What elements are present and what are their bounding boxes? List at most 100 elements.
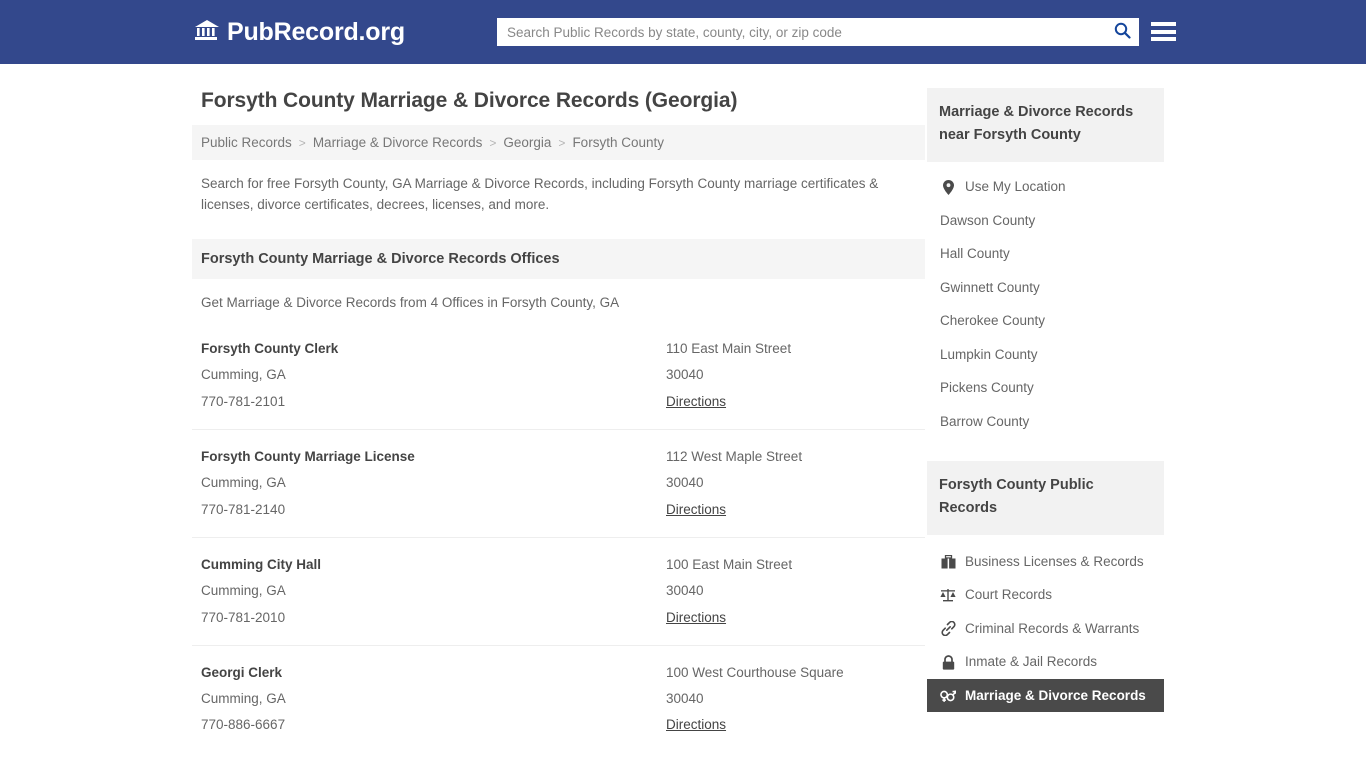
office-zip: 30040 bbox=[666, 475, 704, 491]
search-input[interactable] bbox=[497, 18, 1105, 46]
sidebar-public-records-list: Business Licenses & Records Court Record… bbox=[927, 535, 1164, 713]
office-city-state: Cumming, GA bbox=[201, 583, 286, 599]
site-logo-text: PubRecord.org bbox=[227, 17, 405, 46]
sidebar-item-marriage-divorce-records[interactable]: Marriage & Divorce Records bbox=[927, 678, 1164, 713]
breadcrumb-item-forsyth-county[interactable]: Forsyth County bbox=[572, 135, 664, 150]
directions-link[interactable]: Directions bbox=[666, 605, 726, 631]
sidebar-item-label: Court Records bbox=[965, 587, 1053, 603]
page-body: Forsyth County Marriage & Divorce Record… bbox=[0, 64, 1366, 768]
search-bar[interactable] bbox=[497, 18, 1139, 46]
sidebar-item-label: Gwinnett County bbox=[940, 279, 1040, 295]
directions-link[interactable]: Directions bbox=[666, 712, 726, 738]
briefcase-icon bbox=[940, 554, 956, 569]
table-row: Georgi Clerk Cumming, GA 770-886-6667 10… bbox=[192, 646, 925, 753]
office-name: Forsyth County Clerk bbox=[201, 341, 339, 357]
site-header: PubRecord.org bbox=[0, 0, 1366, 64]
office-address: 110 East Main Street 30040 Directions bbox=[666, 336, 925, 415]
main-content: Forsyth County Marriage & Divorce Record… bbox=[192, 64, 925, 768]
table-row: Forsyth County Marriage License Cumming,… bbox=[192, 430, 925, 538]
office-zip: 30040 bbox=[666, 367, 704, 383]
office-phone: 770-886-6667 bbox=[201, 717, 286, 733]
sidebar-item-pickens-county[interactable]: Pickens County bbox=[927, 371, 1164, 405]
office-address: 112 West Maple Street 30040 Directions bbox=[666, 444, 925, 523]
map-pin-icon bbox=[940, 179, 956, 195]
office-details: Georgi Clerk Cumming, GA 770-886-6667 bbox=[201, 660, 666, 739]
office-zip: 30040 bbox=[666, 691, 704, 707]
sidebar-item-criminal-records[interactable]: Criminal Records & Warrants bbox=[927, 612, 1164, 646]
bank-building-icon bbox=[194, 18, 220, 47]
hamburger-bar bbox=[1151, 37, 1176, 41]
breadcrumb-item-georgia[interactable]: Georgia bbox=[503, 135, 551, 150]
site-logo[interactable]: PubRecord.org bbox=[194, 18, 405, 47]
sidebar-nearby-list: Use My Location Dawson County Hall Count… bbox=[927, 162, 1164, 438]
sidebar-public-records-header: Forsyth County Public Records bbox=[927, 460, 1164, 535]
sidebar-item-court-records[interactable]: Court Records bbox=[927, 578, 1164, 612]
office-phone: 770-781-2101 bbox=[201, 393, 286, 409]
page-title: Forsyth County Marriage & Divorce Record… bbox=[201, 89, 738, 112]
sidebar-item-barrow-county[interactable]: Barrow County bbox=[927, 405, 1164, 439]
offices-section-header: Forsyth County Marriage & Divorce Record… bbox=[192, 239, 925, 280]
sidebar: Marriage & Divorce Records near Forsyth … bbox=[927, 64, 1164, 768]
table-row: Cumming City Hall Cumming, GA 770-781-20… bbox=[192, 538, 925, 646]
sidebar-item-dawson-county[interactable]: Dawson County bbox=[927, 204, 1164, 238]
office-details: Forsyth County Clerk Cumming, GA 770-781… bbox=[201, 336, 666, 415]
offices-list: Forsyth County Clerk Cumming, GA 770-781… bbox=[192, 322, 925, 753]
office-street: 100 East Main Street bbox=[666, 556, 793, 572]
hamburger-menu-icon[interactable] bbox=[1151, 19, 1176, 44]
lock-icon bbox=[940, 654, 956, 670]
office-street: 110 East Main Street bbox=[666, 341, 792, 357]
directions-link[interactable]: Directions bbox=[666, 389, 726, 415]
sidebar-item-lumpkin-county[interactable]: Lumpkin County bbox=[927, 338, 1164, 372]
office-details: Cumming City Hall Cumming, GA 770-781-20… bbox=[201, 552, 666, 631]
sidebar-item-label: Marriage & Divorce Records bbox=[965, 687, 1146, 703]
sidebar-item-label: Cherokee County bbox=[940, 313, 1046, 329]
sidebar-item-inmate-jail-records[interactable]: Inmate & Jail Records bbox=[927, 645, 1164, 679]
sidebar-nearby-header: Marriage & Divorce Records near Forsyth … bbox=[927, 88, 1164, 163]
gender-symbols-icon bbox=[940, 689, 956, 703]
sidebar-item-label: Dawson County bbox=[940, 212, 1036, 228]
office-address: 100 East Main Street 30040 Directions bbox=[666, 552, 925, 631]
sidebar-item-label: Pickens County bbox=[940, 380, 1034, 396]
sidebar-item-label: Criminal Records & Warrants bbox=[965, 620, 1140, 636]
page-intro-text: Search for free Forsyth County, GA Marri… bbox=[201, 176, 879, 212]
breadcrumb-item-marriage-divorce-records[interactable]: Marriage & Divorce Records bbox=[313, 135, 483, 150]
table-row: Forsyth County Clerk Cumming, GA 770-781… bbox=[192, 322, 925, 430]
offices-subtitle: Get Marriage & Divorce Records from 4 Of… bbox=[201, 295, 620, 311]
breadcrumb-separator-icon: > bbox=[489, 135, 497, 150]
office-phone: 770-781-2010 bbox=[201, 609, 286, 625]
office-phone: 770-781-2140 bbox=[201, 501, 286, 517]
office-name: Forsyth County Marriage License bbox=[201, 448, 415, 464]
sidebar-item-business-licenses[interactable]: Business Licenses & Records bbox=[927, 545, 1164, 579]
office-zip: 30040 bbox=[666, 583, 704, 599]
sidebar-item-cherokee-county[interactable]: Cherokee County bbox=[927, 304, 1164, 338]
chain-link-icon bbox=[940, 621, 956, 637]
office-name: Georgi Clerk bbox=[201, 664, 283, 680]
sidebar-item-gwinnett-county[interactable]: Gwinnett County bbox=[927, 271, 1164, 305]
directions-link[interactable]: Directions bbox=[666, 497, 726, 523]
breadcrumb-item-public-records[interactable]: Public Records bbox=[201, 135, 292, 150]
sidebar-item-label: Inmate & Jail Records bbox=[965, 654, 1098, 670]
hamburger-bar bbox=[1151, 22, 1176, 26]
search-button[interactable] bbox=[1105, 18, 1139, 46]
breadcrumb-separator-icon: > bbox=[298, 135, 306, 150]
sidebar-item-label: Hall County bbox=[940, 246, 1010, 262]
office-city-state: Cumming, GA bbox=[201, 475, 286, 491]
office-city-state: Cumming, GA bbox=[201, 691, 286, 707]
search-icon bbox=[1114, 22, 1131, 42]
sidebar-item-label: Lumpkin County bbox=[940, 346, 1038, 362]
sidebar-item-hall-county[interactable]: Hall County bbox=[927, 237, 1164, 271]
office-city-state: Cumming, GA bbox=[201, 367, 286, 383]
hamburger-bar bbox=[1151, 29, 1176, 34]
sidebar-item-label: Business Licenses & Records bbox=[965, 553, 1144, 569]
office-street: 112 West Maple Street bbox=[666, 448, 803, 464]
breadcrumb: Public Records > Marriage & Divorce Reco… bbox=[192, 125, 925, 160]
sidebar-item-label: Use My Location bbox=[965, 179, 1066, 195]
office-details: Forsyth County Marriage License Cumming,… bbox=[201, 444, 666, 523]
breadcrumb-separator-icon: > bbox=[558, 135, 566, 150]
sidebar-item-label: Barrow County bbox=[940, 413, 1030, 429]
office-street: 100 West Courthouse Square bbox=[666, 664, 844, 680]
sidebar-item-use-my-location[interactable]: Use My Location bbox=[927, 170, 1164, 204]
office-name: Cumming City Hall bbox=[201, 556, 322, 572]
office-address: 100 West Courthouse Square 30040 Directi… bbox=[666, 660, 925, 739]
scales-of-justice-icon bbox=[940, 588, 956, 602]
